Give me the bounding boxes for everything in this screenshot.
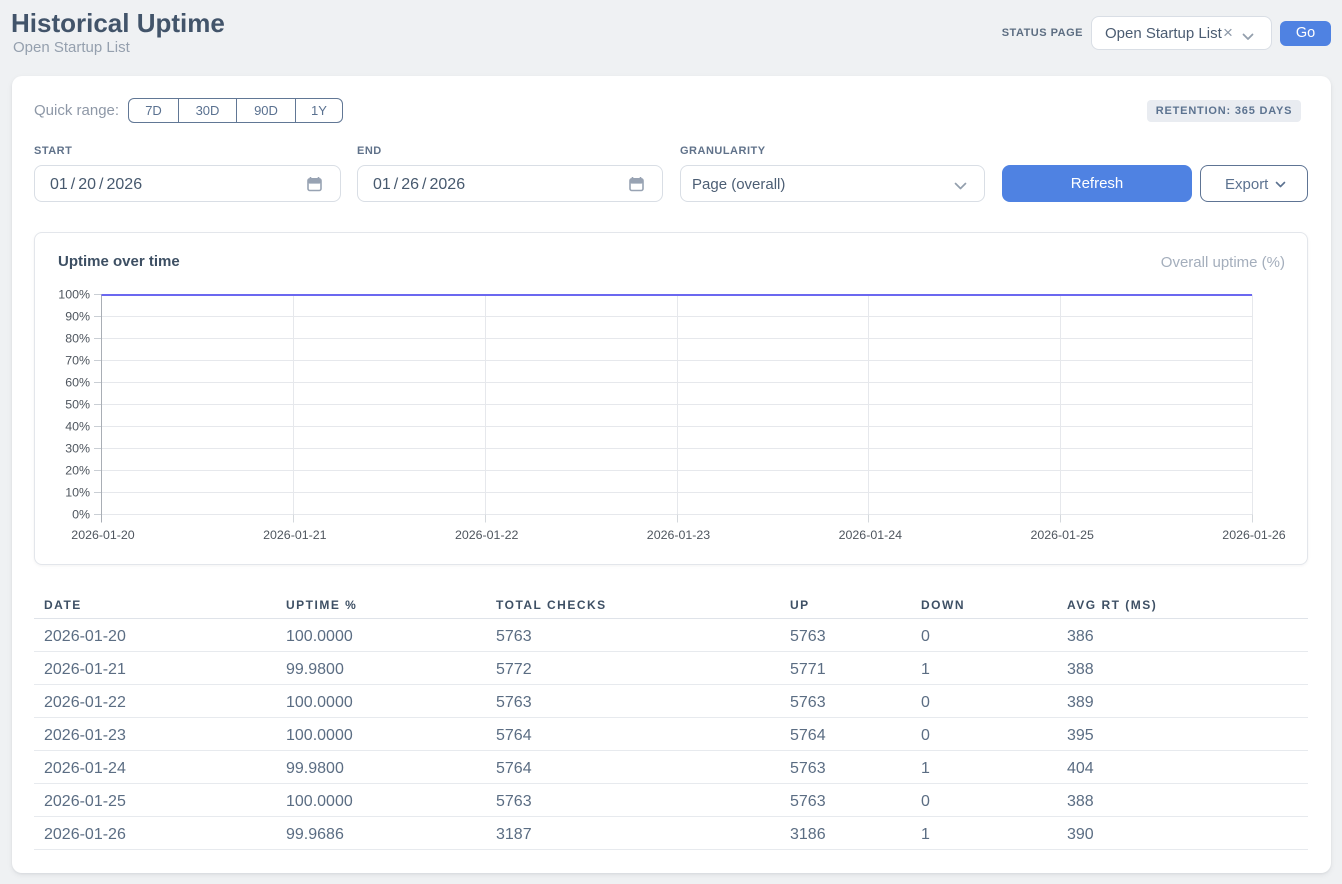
svg-text:100%: 100% [58, 288, 90, 302]
svg-text:2026-01-22: 2026-01-22 [455, 528, 518, 542]
svg-text:90%: 90% [65, 310, 90, 324]
svg-text:2026-01-25: 2026-01-25 [1030, 528, 1093, 542]
svg-text:2026-01-24: 2026-01-24 [839, 528, 902, 542]
svg-text:2026-01-26: 2026-01-26 [1222, 528, 1285, 542]
svg-text:2026-01-21: 2026-01-21 [263, 528, 326, 542]
svg-text:70%: 70% [65, 354, 90, 368]
svg-text:50%: 50% [65, 398, 90, 412]
svg-text:80%: 80% [65, 332, 90, 346]
svg-text:2026-01-20: 2026-01-20 [71, 528, 134, 542]
svg-text:60%: 60% [65, 376, 90, 390]
svg-text:10%: 10% [65, 486, 90, 500]
svg-text:2026-01-23: 2026-01-23 [647, 528, 710, 542]
svg-text:40%: 40% [65, 420, 90, 434]
svg-text:20%: 20% [65, 464, 90, 478]
svg-text:30%: 30% [65, 442, 90, 456]
svg-text:0%: 0% [72, 508, 90, 522]
